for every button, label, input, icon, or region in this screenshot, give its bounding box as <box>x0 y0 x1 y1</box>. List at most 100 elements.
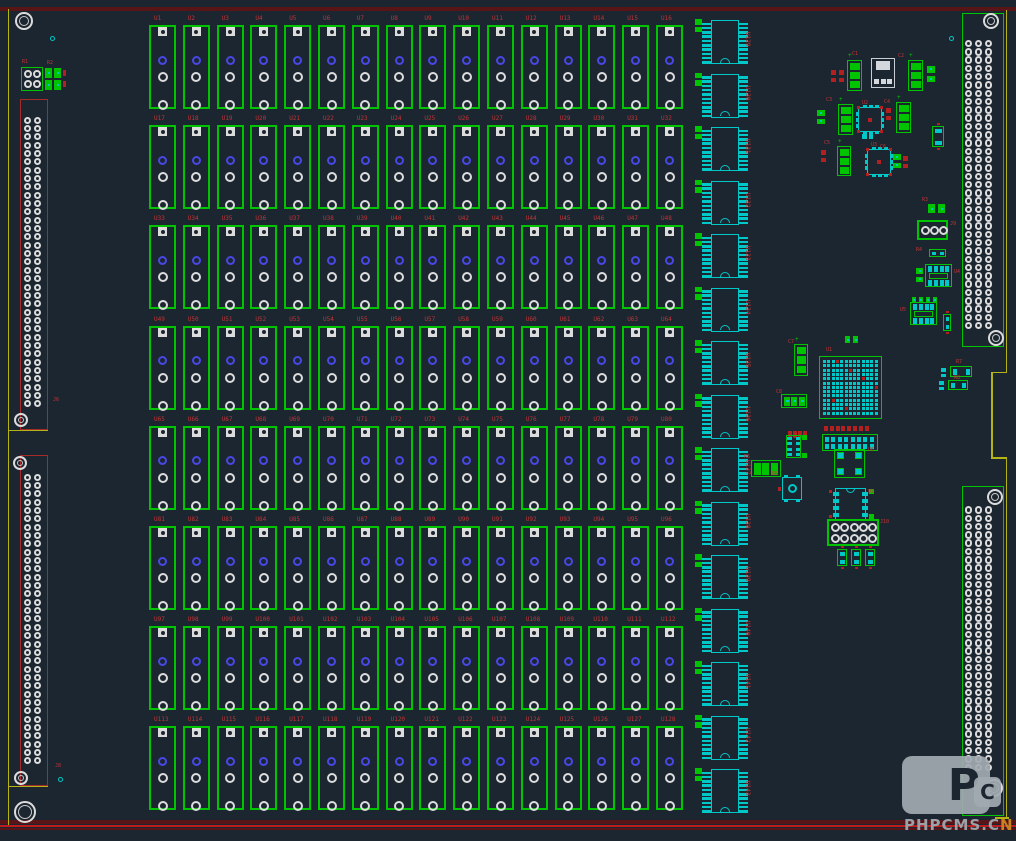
mount-hole[interactable] <box>988 330 1004 346</box>
grid-component[interactable] <box>555 225 582 309</box>
grid-component[interactable] <box>217 526 244 610</box>
grid-component[interactable] <box>656 626 683 710</box>
grid-component[interactable] <box>149 626 176 710</box>
grid-component[interactable] <box>588 125 615 209</box>
grid-component[interactable] <box>149 426 176 510</box>
grid-component[interactable] <box>352 125 379 209</box>
grid-component[interactable] <box>487 326 514 410</box>
grid-component[interactable] <box>217 326 244 410</box>
grid-component[interactable] <box>521 626 548 710</box>
grid-component[interactable] <box>419 726 446 810</box>
grid-component[interactable] <box>453 426 480 510</box>
grid-component[interactable] <box>419 326 446 410</box>
grid-component[interactable] <box>318 326 345 410</box>
grid-component[interactable] <box>453 125 480 209</box>
grid-component[interactable] <box>284 125 311 209</box>
grid-component[interactable] <box>622 726 649 810</box>
grid-component[interactable] <box>656 726 683 810</box>
grid-component[interactable] <box>521 426 548 510</box>
grid-component[interactable] <box>250 426 277 510</box>
grid-component[interactable] <box>487 25 514 109</box>
grid-component[interactable] <box>419 25 446 109</box>
grid-component[interactable] <box>149 526 176 610</box>
grid-component[interactable] <box>555 526 582 610</box>
grid-component[interactable] <box>487 526 514 610</box>
grid-component[interactable] <box>183 726 210 810</box>
grid-component[interactable] <box>453 225 480 309</box>
grid-component[interactable] <box>352 626 379 710</box>
mount-hole[interactable] <box>15 12 33 30</box>
grid-component[interactable] <box>588 25 615 109</box>
grid-component[interactable] <box>555 426 582 510</box>
grid-component[interactable] <box>183 426 210 510</box>
grid-component[interactable] <box>318 225 345 309</box>
grid-component[interactable] <box>386 25 413 109</box>
grid-component[interactable] <box>521 326 548 410</box>
pcb-canvas[interactable]: P C PHPCMS.CN U1U2U3U4U5U6U7U8U9U10U11U1… <box>0 0 1016 841</box>
grid-component[interactable] <box>622 626 649 710</box>
grid-component[interactable] <box>318 25 345 109</box>
grid-component[interactable] <box>183 326 210 410</box>
grid-component[interactable] <box>217 225 244 309</box>
grid-component[interactable] <box>656 25 683 109</box>
grid-component[interactable] <box>386 225 413 309</box>
grid-component[interactable] <box>250 326 277 410</box>
grid-component[interactable] <box>284 326 311 410</box>
grid-component[interactable] <box>149 726 176 810</box>
grid-component[interactable] <box>453 326 480 410</box>
grid-component[interactable] <box>386 426 413 510</box>
grid-component[interactable] <box>588 225 615 309</box>
grid-component[interactable] <box>217 726 244 810</box>
grid-component[interactable] <box>419 526 446 610</box>
grid-component[interactable] <box>217 626 244 710</box>
grid-component[interactable] <box>521 25 548 109</box>
grid-component[interactable] <box>453 25 480 109</box>
grid-component[interactable] <box>521 526 548 610</box>
grid-component[interactable] <box>318 526 345 610</box>
grid-component[interactable] <box>622 125 649 209</box>
grid-component[interactable] <box>419 225 446 309</box>
grid-component[interactable] <box>284 25 311 109</box>
grid-component[interactable] <box>656 526 683 610</box>
grid-component[interactable] <box>318 426 345 510</box>
grid-component[interactable] <box>250 626 277 710</box>
grid-component[interactable] <box>588 626 615 710</box>
grid-component[interactable] <box>487 125 514 209</box>
grid-component[interactable] <box>656 125 683 209</box>
mount-hole[interactable] <box>983 13 999 29</box>
grid-component[interactable] <box>318 726 345 810</box>
grid-component[interactable] <box>352 225 379 309</box>
grid-component[interactable] <box>555 25 582 109</box>
grid-component[interactable] <box>487 426 514 510</box>
grid-component[interactable] <box>183 526 210 610</box>
grid-component[interactable] <box>487 225 514 309</box>
grid-component[interactable] <box>588 726 615 810</box>
grid-component[interactable] <box>183 25 210 109</box>
grid-component[interactable] <box>622 426 649 510</box>
via[interactable] <box>58 777 63 782</box>
grid-component[interactable] <box>217 426 244 510</box>
grid-component[interactable] <box>588 326 615 410</box>
grid-component[interactable] <box>521 125 548 209</box>
mount-hole[interactable] <box>14 801 36 823</box>
grid-component[interactable] <box>656 225 683 309</box>
grid-component[interactable] <box>183 125 210 209</box>
grid-component[interactable] <box>588 426 615 510</box>
grid-component[interactable] <box>622 25 649 109</box>
grid-component[interactable] <box>250 125 277 209</box>
grid-component[interactable] <box>352 526 379 610</box>
grid-component[interactable] <box>217 125 244 209</box>
grid-component[interactable] <box>656 326 683 410</box>
grid-component[interactable] <box>622 326 649 410</box>
grid-component[interactable] <box>588 526 615 610</box>
grid-component[interactable] <box>352 25 379 109</box>
grid-component[interactable] <box>250 526 277 610</box>
grid-component[interactable] <box>284 225 311 309</box>
grid-component[interactable] <box>183 626 210 710</box>
grid-component[interactable] <box>419 626 446 710</box>
grid-component[interactable] <box>386 526 413 610</box>
grid-component[interactable] <box>555 626 582 710</box>
grid-component[interactable] <box>352 726 379 810</box>
via[interactable] <box>949 36 954 41</box>
grid-component[interactable] <box>487 726 514 810</box>
